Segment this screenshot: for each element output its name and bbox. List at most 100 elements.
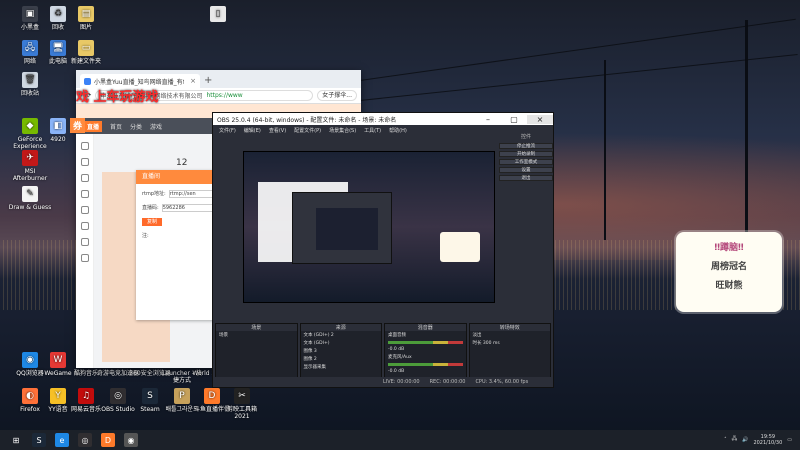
search-box[interactable]: 女子撑伞...: [317, 90, 357, 101]
site-number: 12: [176, 158, 188, 168]
source-item[interactable]: 图像 3: [301, 347, 382, 355]
sidebar-icon-7[interactable]: [80, 238, 89, 246]
live-time: LIVE: 00:00:00: [383, 379, 420, 385]
source-item[interactable]: 文本 (GDI+) 2: [301, 331, 382, 339]
menu-tools[interactable]: 工具(T): [364, 127, 381, 134]
scene-item[interactable]: 场景: [216, 331, 297, 339]
sidebar-icon-3[interactable]: [80, 174, 89, 182]
icon-tupian[interactable]: ▤ 图片: [64, 6, 108, 31]
icon-netease-glyph-icon: ♫: [78, 388, 94, 404]
icon-msi-glyph-icon: ✈: [22, 150, 38, 166]
sources-header: 来源: [300, 324, 381, 331]
power-tower-2: [604, 60, 606, 240]
settings-button[interactable]: 设置: [499, 167, 553, 173]
sticker-line-2: 周榜冠名: [710, 262, 747, 272]
sidebar-icon-6[interactable]: [80, 222, 89, 230]
desktop-icon-label: 4920: [50, 136, 66, 143]
icon-new-folder[interactable]: ▭ 新建文件夹: [64, 40, 108, 65]
icon-draw-guess[interactable]: ✎ Draw & Guess: [8, 186, 52, 211]
sidebar-icon-4[interactable]: [80, 190, 89, 198]
menu-file[interactable]: 文件(F): [219, 127, 236, 134]
icon-blank-top[interactable]: ▯: [196, 6, 240, 24]
stop-streaming-button[interactable]: 停止推流: [499, 143, 553, 149]
controls-header: 控件: [520, 134, 531, 140]
mic-audio-meter: [388, 363, 463, 366]
nav-item-category[interactable]: 分类: [130, 122, 142, 131]
menu-scene-collection[interactable]: 场景集合(S): [329, 127, 356, 134]
nav-item-home[interactable]: 首页: [110, 122, 122, 131]
menu-view[interactable]: 查看(V): [269, 127, 286, 134]
icon-draw-guess-glyph-icon: ✎: [22, 186, 38, 202]
edge-taskbar-icon[interactable]: e: [55, 433, 69, 447]
sidebar-icon-8[interactable]: [80, 254, 89, 262]
icon-douyu-glyph-icon: D: [204, 388, 220, 404]
new-tab-button[interactable]: +: [204, 74, 212, 88]
settings-taskbar-icon[interactable]: ◉: [124, 433, 138, 447]
icon-recycle-bin[interactable]: 🗑 回收站: [8, 72, 52, 97]
icon-msi[interactable]: ✈ MSI Afterburner: [8, 150, 52, 182]
sidebar-icon-2[interactable]: [80, 158, 89, 166]
exit-button[interactable]: 退出: [499, 175, 553, 181]
mixer-mic-db: -0.0 dB: [388, 369, 405, 374]
obs-preview[interactable]: [243, 151, 495, 303]
obs-taskbar-icon[interactable]: ◎: [78, 433, 92, 447]
icon-jianying-glyph-icon: ✂: [234, 388, 250, 404]
obs-titlebar: OBS 25.0.4 (64-bit, windows) - 配置文件: 未命名…: [213, 113, 553, 125]
clock[interactable]: 19:59 2021/10/30: [753, 434, 782, 446]
desktop-icon-label: 回收站: [20, 90, 39, 97]
start-recording-button[interactable]: 开始录制: [499, 151, 553, 157]
preview-sticker: [440, 232, 480, 262]
maximize-icon[interactable]: ▢: [501, 115, 527, 124]
transitions-header: 转场特效: [469, 324, 550, 331]
mixer-desktop-db: -0.0 dB: [388, 347, 405, 352]
nav-item-game[interactable]: 游戏: [150, 122, 162, 131]
mixer-desktop-label: 桌面音频: [388, 333, 406, 338]
studio-mode-button[interactable]: 工作室模式: [499, 159, 553, 165]
sticker-line-3: 旺财熊: [715, 281, 743, 291]
start-icon[interactable]: ⊞: [9, 433, 23, 447]
clock-date: 2021/10/30: [753, 440, 783, 446]
icon-pubg-glyph-icon: P: [174, 388, 190, 404]
source-item[interactable]: 显示器采集: [301, 363, 382, 371]
menu-help[interactable]: 帮助(H): [389, 127, 407, 134]
minimize-icon[interactable]: –: [475, 115, 501, 124]
menu-profile[interactable]: 配置文件(P): [294, 127, 321, 134]
network-icon[interactable]: 🖧: [732, 436, 738, 444]
notification-icon[interactable]: ▭: [787, 437, 792, 443]
sources-panel: 来源 文本 (GDI+) 2 文本 (GDI+) 图像 3 图像 2 显示器采集: [299, 323, 382, 379]
browser-tab-title: 小黑盒Yuu直播_知鸟网络直播_有鱼...: [94, 78, 184, 86]
transition-select[interactable]: 淡出: [470, 331, 551, 339]
volume-icon[interactable]: 🔊: [742, 437, 748, 443]
icon-tupian-glyph-icon: ▤: [78, 6, 94, 22]
desktop-icon-label: 剪映工具箱 2021: [226, 406, 257, 420]
desktop-audio-meter: [388, 341, 463, 344]
scenes-header: 场景: [216, 324, 297, 331]
transition-duration[interactable]: 时长 300 ms: [470, 339, 551, 347]
desktop-icon-label: Draw & Guess: [8, 204, 52, 211]
icon-4920-glyph-icon: ◧: [50, 118, 66, 134]
preview-nested-obs-inner: [316, 208, 378, 250]
taskbar-icons: ⊞ Se ◎ D ◉: [0, 433, 138, 447]
icon-recycle-bin-glyph-icon: 🗑: [22, 72, 38, 88]
sidebar-icon-1[interactable]: [80, 142, 89, 150]
site-logo[interactable]: 直播: [84, 120, 103, 132]
cpu-fps: CPU: 3.4%, 60.00 fps: [475, 379, 529, 385]
key-label: 直播码:: [142, 205, 159, 211]
steam-taskbar-icon[interactable]: S: [32, 433, 46, 447]
close-icon[interactable]: ×: [190, 77, 196, 85]
copy-button[interactable]: 复制: [142, 218, 162, 226]
icon-jianying[interactable]: ✂ 剪映工具箱 2021: [220, 388, 264, 420]
close-icon[interactable]: ×: [527, 114, 553, 124]
coupon-badge: 券: [70, 118, 86, 133]
chevron-up-icon[interactable]: ˄: [724, 437, 727, 443]
douyu-taskbar-icon[interactable]: D: [101, 433, 115, 447]
desktop-icon-label: 图片: [79, 24, 92, 31]
obs-window[interactable]: OBS 25.0.4 (64-bit, windows) - 配置文件: 未命名…: [212, 112, 554, 388]
source-item[interactable]: 图像 2: [301, 355, 382, 363]
sidebar-icon-5[interactable]: [80, 206, 89, 214]
obs-status-bar: LIVE: 00:00:00 REC: 00:00:00 CPU: 3.4%, …: [213, 377, 553, 387]
source-item[interactable]: 文本 (GDI+): [301, 339, 382, 347]
overlay-banner-text: 戏 上车玩游戏: [76, 90, 159, 105]
obs-title-text: OBS 25.0.4 (64-bit, windows) - 配置文件: 未命名…: [217, 116, 397, 124]
menu-edit[interactable]: 编辑(E): [244, 127, 261, 134]
